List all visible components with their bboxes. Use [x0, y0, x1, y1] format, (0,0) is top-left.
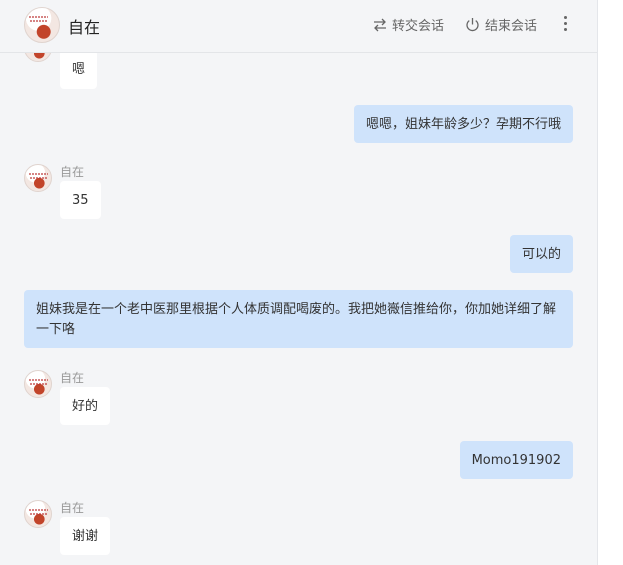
outgoing-message: 嗯嗯，姐妹年龄多少？孕期不行哦 [353, 105, 573, 143]
contact-avatar[interactable] [24, 7, 60, 43]
end-session-label: 结束会话 [485, 19, 538, 34]
message-avatar [24, 500, 52, 528]
incoming-message: 好的 [60, 387, 111, 425]
message-avatar [24, 164, 52, 192]
outgoing-message: 可以的 [509, 235, 573, 273]
more-menu-icon[interactable] [558, 13, 572, 33]
transfer-icon [374, 18, 386, 31]
sender-name: 自在 [60, 371, 85, 385]
outgoing-message: 姐妹我是在一个老中医那里根据个人体质调配喝废的。我把她嶶信推给你，你加她详细了解… [24, 290, 573, 348]
incoming-message: 35 [60, 181, 101, 219]
transfer-session-label: 转交会话 [392, 19, 445, 34]
sender-name: 自在 [60, 501, 85, 515]
transfer-session-button[interactable]: 转交会话 [373, 15, 444, 34]
outgoing-message: Momo191902 [459, 441, 573, 479]
chat-panel: 自在 转交会话 结束会话 嗯 嗯嗯，姐妹年龄多少？孕期不行哦 自在 35 可以的… [0, 0, 598, 565]
power-icon [466, 18, 479, 32]
side-panel-edge [598, 0, 623, 565]
contact-name: 自在 [68, 18, 101, 37]
end-session-button[interactable]: 结束会话 [465, 15, 537, 34]
incoming-message: 嗯 [60, 50, 98, 89]
sender-name: 自在 [60, 165, 85, 179]
incoming-message: 谢谢 [60, 517, 111, 555]
chat-header: 自在 转交会话 结束会话 [0, 0, 597, 53]
message-avatar [24, 370, 52, 398]
